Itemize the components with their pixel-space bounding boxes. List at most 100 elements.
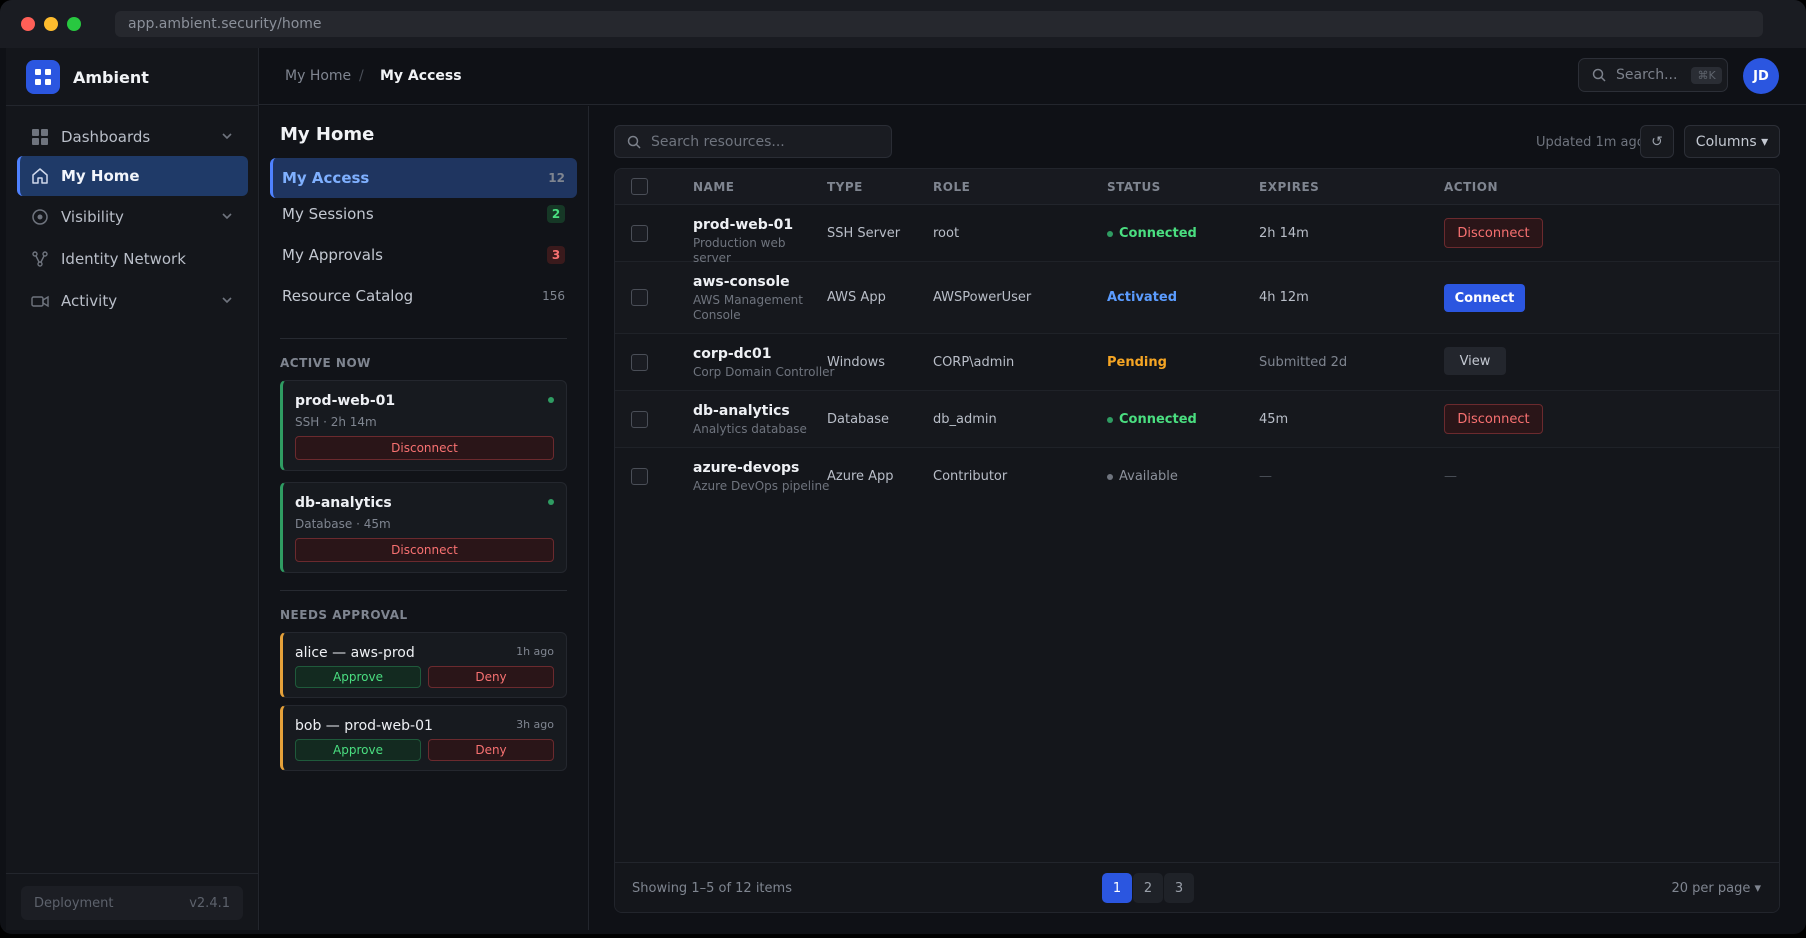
chevron-down-icon (222, 133, 232, 140)
disconnect-button[interactable]: Disconnect (1444, 404, 1543, 434)
table-row[interactable]: corp-dc01 Corp Domain Controller Windows… (615, 334, 1779, 391)
connect-button[interactable]: Connect (1444, 284, 1525, 312)
resource-type: Database (827, 412, 890, 427)
sidebar-item-label: My Home (61, 167, 140, 185)
deny-button[interactable]: Deny (428, 739, 554, 761)
panel-item-my-access[interactable]: My Access 12 (270, 158, 577, 198)
row-checkbox[interactable] (631, 411, 648, 428)
approve-button[interactable]: Approve (295, 739, 421, 761)
global-search[interactable]: Search... ⌘K (1578, 58, 1728, 92)
minimize-window-button[interactable] (44, 17, 58, 31)
sidebar-item-identity-network[interactable]: Identity Network (17, 239, 248, 279)
panel-item-my-sessions[interactable]: My Sessions 2 (270, 194, 577, 234)
shortcut-hint: ⌘K (1691, 66, 1722, 84)
row-checkbox[interactable] (631, 354, 648, 371)
active-session-card: prod-web-01 SSH · 2h 14m Disconnect (280, 380, 567, 471)
disconnect-button[interactable]: Disconnect (295, 436, 554, 460)
sidebar-item-activity[interactable]: Activity (17, 281, 248, 321)
status-badge: Pending (1107, 355, 1167, 370)
resource-description: AWS Management Console (693, 293, 803, 322)
address-bar[interactable]: app.ambient.security/home (115, 11, 1763, 37)
divider (6, 105, 259, 106)
approve-button[interactable]: Approve (295, 666, 421, 688)
resource-name[interactable]: aws-console (693, 274, 790, 290)
app-window: app.ambient.security/home Ambient Dashbo… (0, 0, 1806, 934)
view-button[interactable]: View (1444, 347, 1506, 375)
resource-name[interactable]: corp-dc01 (693, 346, 771, 362)
deployment-label: Deployment (34, 895, 114, 911)
column-header-name[interactable]: NAME (693, 180, 734, 194)
breadcrumb-parent[interactable]: My Home (285, 68, 351, 84)
close-window-button[interactable] (21, 17, 35, 31)
panel-item-label: My Approvals (282, 246, 383, 264)
table-row[interactable]: aws-console AWS Management Console AWS A… (615, 262, 1779, 334)
expires-value: 2h 14m (1259, 226, 1309, 241)
status-label: Connected (1119, 226, 1197, 241)
sidebar: Ambient Dashboards My Home Visibility Id… (6, 48, 259, 930)
sidebar-item-label: Visibility (61, 208, 124, 226)
resource-search-input[interactable] (651, 133, 881, 150)
resource-name[interactable]: azure-devops (693, 460, 799, 476)
request-time: 1h ago (516, 645, 554, 658)
resource-role: db_admin (933, 412, 997, 427)
disconnect-button[interactable]: Disconnect (1444, 218, 1543, 248)
page-button-1[interactable]: 1 (1102, 873, 1132, 903)
resource-name[interactable]: db-analytics (693, 403, 790, 419)
table-footer: Showing 1–5 of 12 items 1 2 3 20 per pag… (615, 862, 1779, 912)
table-row[interactable]: prod-web-01 Production web server SSH Se… (615, 205, 1779, 265)
active-session-card: db-analytics Database · 45m Disconnect (280, 482, 567, 573)
user-avatar[interactable]: JD (1743, 58, 1779, 94)
breadcrumb-separator: / (359, 68, 364, 84)
count-badge: 2 (547, 205, 565, 223)
count-badge: 156 (542, 289, 565, 303)
sidebar-item-my-home[interactable]: My Home (17, 156, 248, 196)
row-checkbox[interactable] (631, 289, 648, 306)
resource-role: root (933, 226, 960, 241)
status-label: Available (1119, 469, 1178, 484)
page-button-2[interactable]: 2 (1133, 873, 1163, 903)
video-icon (31, 292, 49, 310)
sidebar-item-dashboards[interactable]: Dashboards (17, 117, 248, 157)
deployment-selector[interactable]: Deployment v2.4.1 (21, 886, 243, 920)
panel-title: My Home (280, 124, 375, 145)
card-subtitle: SSH · 2h 14m (295, 415, 377, 429)
count-badge: 3 (547, 246, 565, 264)
columns-dropdown[interactable]: Columns ▾ (1684, 125, 1780, 158)
resources-table: NAME TYPE ROLE STATUS EXPIRES ACTION pro… (614, 168, 1780, 913)
column-header-type[interactable]: TYPE (827, 180, 863, 194)
column-header-role[interactable]: ROLE (933, 180, 970, 194)
status-label: Connected (1119, 412, 1197, 427)
row-checkbox[interactable] (631, 225, 648, 242)
divider (6, 873, 259, 874)
table-row[interactable]: azure-devops Azure DevOps pipeline Azure… (615, 448, 1779, 505)
panel-item-my-approvals[interactable]: My Approvals 3 (270, 235, 577, 275)
brand[interactable]: Ambient (26, 60, 149, 94)
status-dot (1107, 230, 1113, 237)
disconnect-button[interactable]: Disconnect (295, 538, 554, 562)
panel-item-label: Resource Catalog (282, 287, 414, 305)
refresh-button[interactable]: ↺ (1640, 125, 1674, 158)
status-dot (1107, 416, 1113, 423)
card-subtitle: Database · 45m (295, 517, 391, 531)
resource-search[interactable] (614, 125, 892, 158)
panel-item-label: My Sessions (282, 205, 374, 223)
sidebar-item-visibility[interactable]: Visibility (17, 197, 248, 237)
panel-item-resource-catalog[interactable]: Resource Catalog 156 (270, 276, 577, 316)
deny-button[interactable]: Deny (428, 666, 554, 688)
page-button-3[interactable]: 3 (1164, 873, 1194, 903)
resource-name[interactable]: prod-web-01 (693, 217, 793, 233)
network-icon (31, 250, 49, 268)
column-header-status[interactable]: STATUS (1107, 180, 1161, 194)
maximize-window-button[interactable] (67, 17, 81, 31)
status-badge: Available (1107, 469, 1178, 484)
column-header-action[interactable]: ACTION (1444, 180, 1498, 194)
approval-request-card: alice — aws-prod 1h ago Approve Deny (280, 632, 567, 698)
panel-item-label: My Access (282, 169, 370, 187)
section-heading-active-now: ACTIVE NOW (280, 356, 371, 370)
select-all-checkbox[interactable] (631, 178, 648, 195)
column-header-expires[interactable]: EXPIRES (1259, 180, 1319, 194)
per-page-select[interactable]: 20 per page ▾ (1671, 881, 1761, 896)
request-time: 3h ago (516, 718, 554, 731)
row-checkbox[interactable] (631, 468, 648, 485)
table-row[interactable]: db-analytics Analytics database Database… (615, 391, 1779, 448)
